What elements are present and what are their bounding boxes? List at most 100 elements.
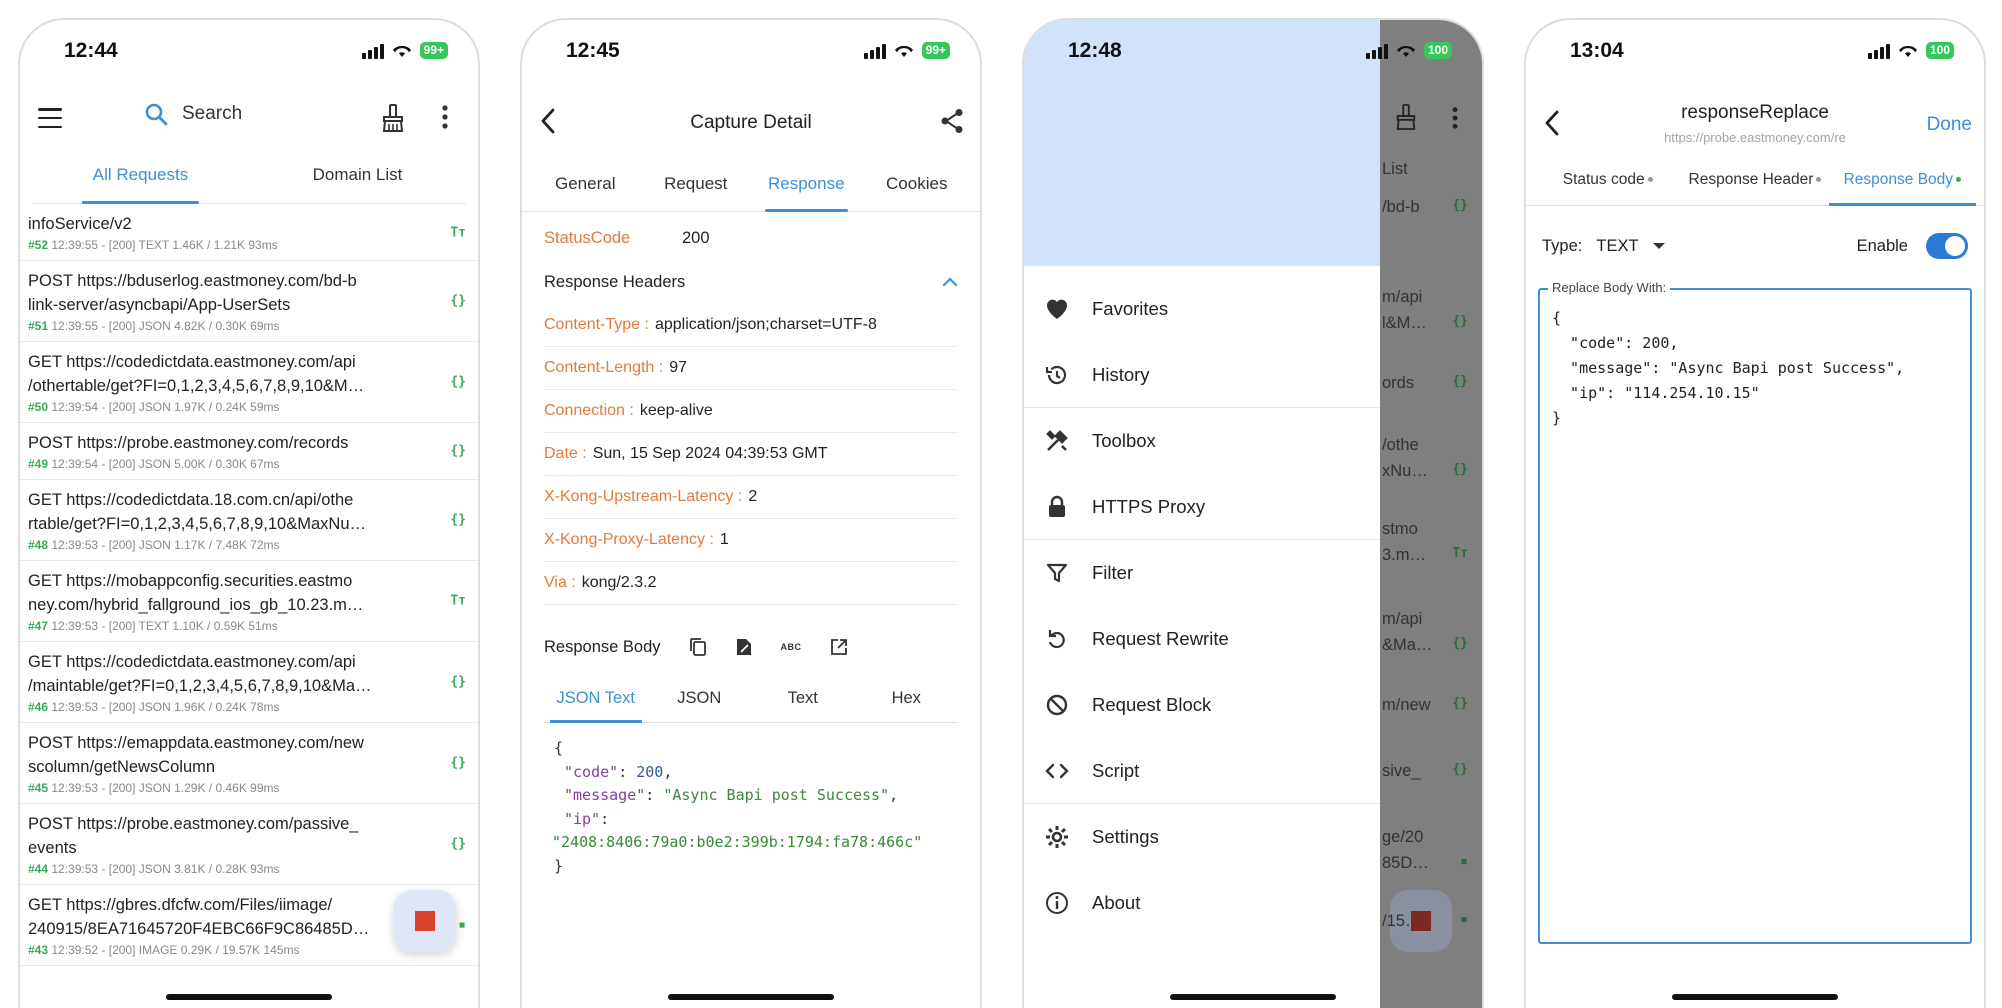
background-list-fragment: m/api (1380, 610, 1482, 629)
request-row[interactable]: POST https://bduserlog.eastmoney.com/bd-… (20, 261, 478, 342)
response-headers-label: Response Headers (544, 272, 686, 291)
tab-response[interactable]: Response (751, 160, 862, 212)
tab-json[interactable]: JSON (648, 677, 752, 722)
open-external-icon[interactable] (830, 638, 848, 656)
request-row[interactable]: GET https://codedictdata.eastmoney.com/a… (20, 642, 478, 723)
menu-item-filter[interactable]: Filter (1024, 540, 1380, 606)
share-icon[interactable] (940, 108, 964, 134)
header-value: 2 (748, 488, 758, 505)
block-icon (1046, 694, 1068, 716)
menu-item-script[interactable]: Script (1024, 738, 1380, 804)
enable-toggle[interactable] (1926, 233, 1968, 259)
home-indicator (1170, 994, 1336, 1000)
request-row[interactable]: POST https://probe.eastmoney.com/records… (20, 423, 478, 480)
tab-response-body[interactable]: Response Body (1828, 158, 1977, 206)
request-url: POST https://emappdata.eastmoney.com/new… (28, 734, 364, 776)
done-button[interactable]: Done (1927, 114, 1972, 136)
tab-all-requests[interactable]: All Requests (32, 152, 249, 204)
request-url: GET https://codedictdata.18.com.cn/api/o… (28, 491, 367, 533)
request-url: POST https://bduserlog.eastmoney.com/bd-… (28, 272, 357, 314)
broom-icon[interactable] (380, 104, 406, 132)
menu-item-request-block[interactable]: Request Block (1024, 672, 1380, 738)
replace-body-text[interactable]: { "code": 200, "message": "Async Bapi po… (1540, 290, 1970, 447)
copy-icon[interactable] (689, 637, 707, 657)
header-key: X-Kong-Upstream-Latency : (544, 488, 743, 505)
tab-general[interactable]: General (530, 160, 641, 211)
request-row[interactable]: GET https://codedictdata.18.com.cn/api/o… (20, 480, 478, 561)
menu-item-https-proxy[interactable]: HTTPS Proxy (1024, 474, 1380, 540)
fragment-text: xNu… (1382, 462, 1428, 480)
response-headers-list: Content-Type : application/json;charset=U… (544, 304, 958, 605)
request-row[interactable]: infoService/v2 #52 12:39:55 - [200] TEXT … (20, 206, 478, 261)
tab-response-header[interactable]: Response Header (1681, 158, 1828, 205)
status-dot (1816, 177, 1822, 183)
background-list-fragment: xNu… {} (1380, 462, 1482, 481)
background-list-fragment: /othe (1380, 436, 1482, 455)
tab-request[interactable]: Request (641, 160, 752, 211)
menu-item-toolbox[interactable]: Toolbox (1024, 408, 1380, 474)
header-value: keep-alive (639, 402, 713, 419)
menu-item-label: Request Rewrite (1092, 628, 1229, 649)
page-title: responseReplace (1681, 102, 1829, 123)
search-label: Search (182, 103, 243, 124)
menu-item-request-rewrite[interactable]: Request Rewrite (1024, 606, 1380, 672)
content-type-icon: ▪ (458, 917, 466, 933)
json-brace: } (554, 856, 564, 875)
phone-drawer-menu: List/bd-b{} m/api l&M…{} ords{}/othe xNu…{} s… (1022, 18, 1484, 1008)
navigation-drawer: 12:48 Favorites History Toolbox HTTPS Proxy… (1024, 20, 1380, 1008)
status-icons: 100 (1362, 20, 1482, 80)
page-subtitle: https://probe.eastmoney.com/re (1664, 130, 1846, 145)
more-vertical-icon[interactable] (442, 104, 448, 130)
header-value: kong/2.3.2 (581, 574, 657, 591)
content-type-icon: Tт (1452, 546, 1468, 561)
request-row[interactable]: POST https://emappdata.eastmoney.com/new… (20, 723, 478, 804)
content-type-icon: {} (1452, 636, 1468, 651)
request-row[interactable]: GET https://mobappconfig.securities.east… (20, 561, 478, 642)
content-type-icon: {} (1452, 762, 1468, 777)
abc-icon[interactable]: ABC (781, 642, 802, 652)
tab-domain-list[interactable]: Domain List (249, 152, 466, 203)
json-key: "ip" (564, 809, 601, 828)
background-list-fragment: /15… ▪ (1380, 912, 1482, 931)
request-row[interactable]: POST https://probe.eastmoney.com/passive… (20, 804, 478, 885)
menu-item-history[interactable]: History (1024, 342, 1380, 408)
dropdown-caret-icon[interactable] (1652, 243, 1665, 249)
background-list-fragment: l&M… {} (1380, 314, 1482, 333)
fragment-text: stmo (1382, 520, 1418, 538)
background-list-fragment: stmo (1380, 520, 1482, 539)
request-meta: #52 12:39:55 - [200] TEXT 1.46K / 1.21K … (28, 237, 420, 253)
menu-item-favorites[interactable]: Favorites (1024, 276, 1380, 342)
response-body-label: Response Body (544, 637, 661, 656)
menu-item-settings[interactable]: Settings (1024, 804, 1380, 870)
tab-hex[interactable]: Hex (855, 677, 959, 722)
lock-icon (1049, 495, 1065, 517)
search-bar[interactable]: Search (144, 102, 242, 126)
background-list-fragment: m/api (1380, 288, 1482, 307)
request-meta: #45 12:39:53 - [200] JSON 1.29K / 0.46K … (28, 780, 420, 796)
content-type-icon: {} (1452, 696, 1468, 711)
request-id: #48 (28, 538, 49, 552)
edit-document-icon[interactable] (735, 637, 753, 657)
request-id: #46 (28, 700, 49, 714)
menu-icon[interactable] (38, 108, 62, 128)
menu-item-about[interactable]: About (1024, 870, 1380, 936)
response-headers-toggle[interactable]: Response Headers (544, 260, 958, 304)
request-id: #43 (28, 943, 49, 957)
request-row[interactable]: GET https://codedictdata.eastmoney.com/a… (20, 342, 478, 423)
type-select[interactable]: TEXT (1596, 237, 1638, 256)
tab-status-code[interactable]: Status code (1534, 158, 1681, 205)
json-body-viewer: { "code": 200, "message": "Async Bapi po… (544, 723, 958, 892)
tab-text[interactable]: Text (751, 677, 855, 722)
detail-tabs: General Request Response Cookies (522, 160, 980, 212)
signal-icon (863, 43, 886, 59)
tab-json-text[interactable]: JSON Text (544, 677, 648, 723)
stop-capture-button[interactable] (394, 890, 456, 952)
status-bar: 12:45 99+ (522, 20, 980, 80)
status-bar: 13:04 100 (1526, 20, 1984, 80)
header-value: application/json;charset=UTF-8 (654, 316, 877, 333)
tab-cookies[interactable]: Cookies (862, 160, 973, 211)
replace-body-textarea[interactable]: Replace Body With: { "code": 200, "messa… (1538, 280, 1972, 944)
content-type-icon: {} (450, 674, 466, 690)
status-code-value: 200 (682, 228, 710, 247)
dimmed-background[interactable]: List/bd-b{} m/api l&M…{} ords{}/othe xNu…{} s… (1380, 20, 1482, 1008)
